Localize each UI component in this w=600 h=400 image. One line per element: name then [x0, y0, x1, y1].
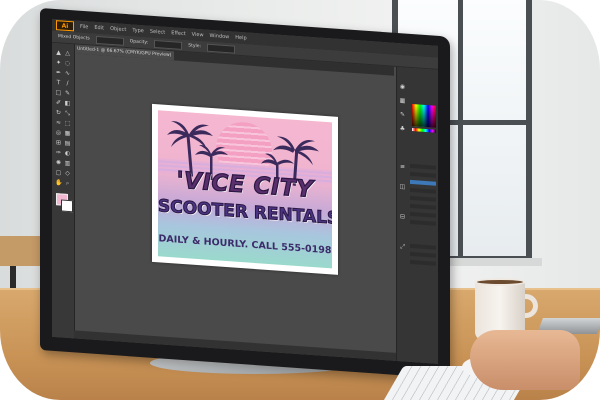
- shape-builder-tool-icon[interactable]: ◎: [55, 129, 62, 136]
- perspective-tool-icon[interactable]: ▦: [64, 130, 71, 137]
- tagline-text[interactable]: DAILY & HOURLY. CALL 555-0198: [158, 233, 332, 256]
- style-label: Style:: [188, 43, 202, 50]
- line-tool-icon[interactable]: /: [64, 80, 71, 87]
- curvature-tool-icon[interactable]: ∿: [64, 70, 71, 77]
- opacity-field[interactable]: [154, 39, 183, 50]
- shaper-tool-icon[interactable]: ✐: [55, 99, 62, 106]
- magic-wand-tool-icon[interactable]: ✦: [55, 59, 62, 66]
- scale-tool-icon[interactable]: ⤡: [64, 110, 71, 117]
- panel-icon-strip: ◉ ▦ ✎ ♣ ≡ ◫ ⊟ ⤢: [398, 83, 408, 344]
- menu-view[interactable]: View: [192, 32, 204, 39]
- width-tool-icon[interactable]: ≈: [55, 119, 62, 126]
- type-tool-icon[interactable]: T: [55, 79, 62, 86]
- stroke-color-swatch[interactable]: [61, 199, 73, 213]
- swatches-panel-icon[interactable]: ▦: [399, 97, 406, 104]
- slice-tool-icon[interactable]: ◇: [64, 170, 71, 177]
- opacity-label: Opacity:: [129, 39, 149, 46]
- menu-window[interactable]: Window: [210, 33, 230, 40]
- tools-panel: ▲ △ ✦ ◌ ✒ ∿ T / □ ✎ ✐ ◧ ↻ ⤡ ≈ ⬚ ◎ ▦ ⊞ ▤: [52, 42, 75, 339]
- menu-help[interactable]: Help: [235, 35, 246, 42]
- symbol-sprayer-tool-icon[interactable]: ✺: [55, 159, 62, 166]
- align-panel-icon[interactable]: ⊟: [399, 213, 406, 220]
- monitor: Ai File Edit Object Type Select Effect V…: [40, 8, 450, 379]
- gradient-tool-icon[interactable]: ▤: [64, 140, 71, 147]
- stroke-dropdown[interactable]: [95, 35, 124, 46]
- layers-panel-icon[interactable]: ◫: [399, 183, 406, 190]
- photo-frame: Ai File Edit Object Type Select Effect V…: [0, 0, 600, 400]
- eyedropper-tool-icon[interactable]: ✑: [55, 149, 62, 156]
- direct-selection-tool-icon[interactable]: △: [64, 50, 71, 57]
- color-picker[interactable]: [412, 104, 436, 128]
- transform-panel-icon[interactable]: ⤢: [399, 243, 406, 250]
- selection-mode-label: Mixed Objects: [58, 34, 90, 42]
- color-panel-icon[interactable]: ◉: [399, 83, 406, 90]
- artwork: 'VICE CITY SCOOTER RENTALS DAILY & HOURL…: [158, 110, 332, 269]
- selection-tool-icon[interactable]: ▲: [55, 49, 62, 56]
- style-dropdown[interactable]: [207, 43, 236, 54]
- menu-object[interactable]: Object: [110, 26, 126, 33]
- app-logo[interactable]: Ai: [56, 20, 74, 32]
- artboard[interactable]: 'VICE CITY SCOOTER RENTALS DAILY & HOURL…: [152, 103, 338, 275]
- brushes-panel-icon[interactable]: ✎: [399, 111, 406, 118]
- blend-tool-icon[interactable]: ◐: [64, 150, 71, 157]
- artboard-tool-icon[interactable]: ▢: [55, 169, 62, 176]
- menu-edit[interactable]: Edit: [94, 25, 104, 32]
- rectangle-tool-icon[interactable]: □: [55, 89, 62, 96]
- free-transform-tool-icon[interactable]: ⬚: [64, 120, 71, 127]
- hand: [470, 330, 580, 390]
- menu-select[interactable]: Select: [150, 29, 165, 36]
- menu-file[interactable]: File: [80, 24, 88, 31]
- menu-type[interactable]: Type: [132, 27, 143, 34]
- menu-effect[interactable]: Effect: [171, 30, 185, 37]
- hand-tool-icon[interactable]: ✋: [55, 179, 62, 187]
- pen-tool-icon[interactable]: ✒: [55, 69, 62, 76]
- eraser-tool-icon[interactable]: ◧: [64, 100, 71, 107]
- graph-tool-icon[interactable]: ▥: [64, 160, 71, 167]
- screen: Ai File Edit Object Type Select Effect V…: [52, 18, 438, 364]
- zoom-tool-icon[interactable]: ⌕: [64, 180, 71, 187]
- rotate-tool-icon[interactable]: ↻: [55, 109, 62, 116]
- symbols-panel-icon[interactable]: ♣: [399, 125, 406, 132]
- properties-panel-icon[interactable]: ≡: [399, 163, 406, 170]
- lasso-tool-icon[interactable]: ◌: [64, 60, 71, 67]
- paintbrush-tool-icon[interactable]: ✎: [64, 90, 71, 97]
- mug-rim: [475, 278, 525, 286]
- mesh-tool-icon[interactable]: ⊞: [55, 139, 62, 146]
